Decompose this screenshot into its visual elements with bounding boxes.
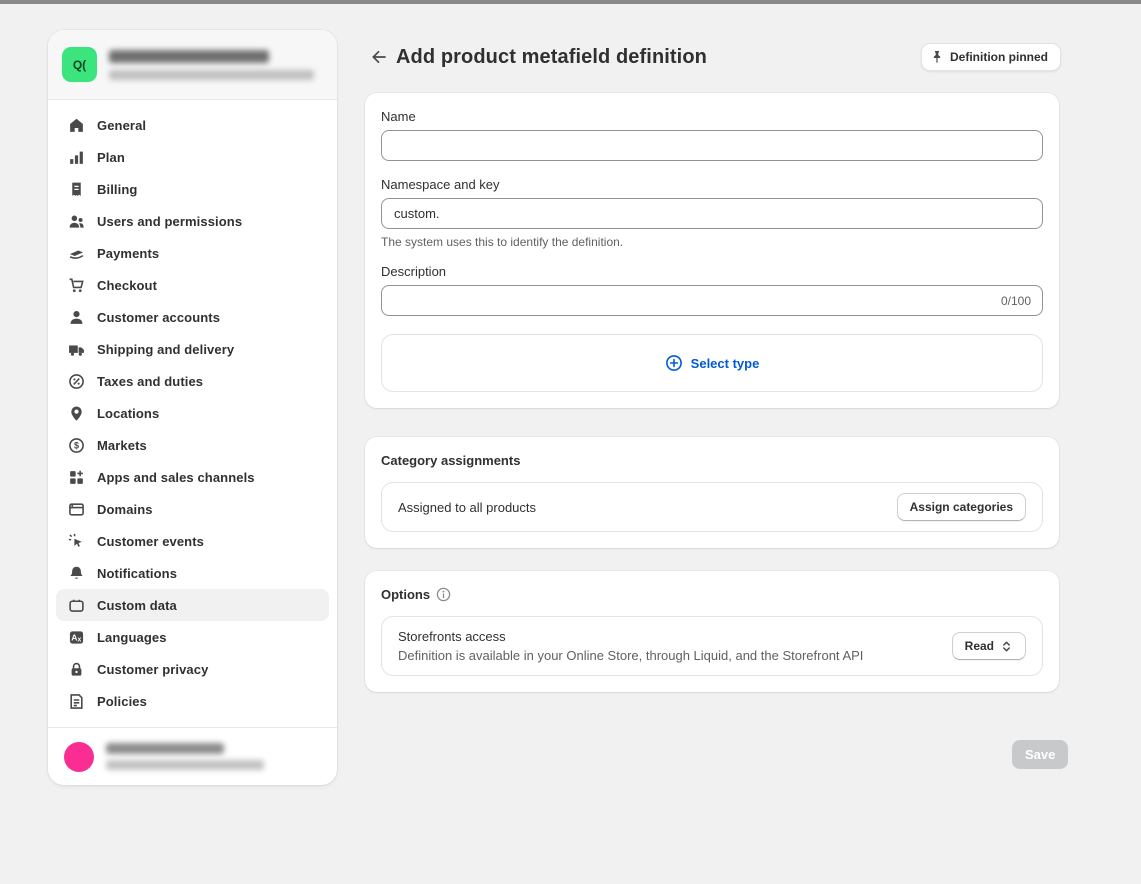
- assignment-status-text: Assigned to all products: [398, 500, 897, 515]
- window-top-edge: [0, 0, 1141, 4]
- name-field-group: Name: [381, 109, 1043, 161]
- redacted-store-url: [109, 70, 314, 80]
- options-title: Options: [381, 587, 430, 602]
- definition-pinned-label: Definition pinned: [950, 50, 1048, 64]
- pushpin-icon: [930, 50, 944, 64]
- store-avatar: Q(: [62, 47, 97, 82]
- description-input[interactable]: [381, 285, 1043, 316]
- namespace-key-input[interactable]: [381, 198, 1043, 229]
- store-icon: [68, 117, 85, 134]
- category-assignment-row: Assigned to all products Assign categori…: [381, 482, 1043, 532]
- sidebar-item-shipping-delivery[interactable]: Shipping and delivery: [56, 333, 329, 365]
- description-label: Description: [381, 264, 1043, 279]
- storefronts-access-value: Read: [965, 639, 994, 653]
- receipt-icon: [68, 181, 85, 198]
- options-card: Options Storefronts access Definition is…: [365, 571, 1059, 692]
- storefronts-access-title: Storefronts access: [398, 629, 952, 644]
- sidebar-item-billing[interactable]: Billing: [56, 173, 329, 205]
- sidebar-item-checkout[interactable]: Checkout: [56, 269, 329, 301]
- sidebar-item-users-permissions[interactable]: Users and permissions: [56, 205, 329, 237]
- definition-pinned-button[interactable]: Definition pinned: [921, 43, 1061, 71]
- category-assignments-card: Category assignments Assigned to all pro…: [365, 437, 1059, 548]
- location-pin-icon: [68, 405, 85, 422]
- user-account-row[interactable]: [48, 727, 337, 785]
- truck-icon: [68, 341, 85, 358]
- payments-icon: [68, 245, 85, 262]
- user-avatar: [64, 742, 94, 772]
- definition-form-card: Name Namespace and key The system uses t…: [365, 93, 1059, 408]
- apps-icon: [68, 469, 85, 486]
- storefronts-access-row: Storefronts access Definition is availab…: [381, 616, 1043, 676]
- bell-icon: [68, 565, 85, 582]
- page-title: Add product metafield definition: [396, 46, 707, 69]
- updown-chevrons-icon: [1000, 640, 1013, 653]
- translate-icon: Ax: [68, 629, 85, 646]
- sidebar-item-customer-events[interactable]: Customer events: [56, 525, 329, 557]
- user-identity: [106, 743, 264, 770]
- sidebar-item-notifications[interactable]: Notifications: [56, 557, 329, 589]
- info-icon[interactable]: [436, 587, 451, 602]
- name-label: Name: [381, 109, 1043, 124]
- plan-icon: [68, 149, 85, 166]
- redacted-store-name: [109, 50, 269, 63]
- svg-text:A: A: [71, 632, 77, 642]
- database-icon: [68, 597, 85, 614]
- sidebar-item-languages[interactable]: Ax Languages: [56, 621, 329, 653]
- sidebar-item-payments[interactable]: Payments: [56, 237, 329, 269]
- save-button[interactable]: Save: [1012, 740, 1068, 769]
- percent-icon: [68, 373, 85, 390]
- storefronts-access-select[interactable]: Read: [952, 632, 1026, 660]
- sidebar-item-policies[interactable]: Policies: [56, 685, 329, 717]
- sidebar-item-customer-privacy[interactable]: Customer privacy: [56, 653, 329, 685]
- svg-text:$: $: [74, 440, 79, 450]
- sidebar-item-customer-accounts[interactable]: Customer accounts: [56, 301, 329, 333]
- assign-categories-button[interactable]: Assign categories: [897, 493, 1026, 521]
- cursor-click-icon: [68, 533, 85, 550]
- svg-text:x: x: [78, 636, 82, 643]
- sidebar-item-taxes-duties[interactable]: Taxes and duties: [56, 365, 329, 397]
- document-icon: [68, 693, 85, 710]
- storefronts-access-description: Definition is available in your Online S…: [398, 648, 952, 663]
- sidebar-item-apps-sales-channels[interactable]: Apps and sales channels: [56, 461, 329, 493]
- cart-icon: [68, 277, 85, 294]
- namespace-label: Namespace and key: [381, 177, 1043, 192]
- lock-icon: [68, 661, 85, 678]
- category-assignments-title: Category assignments: [381, 453, 520, 468]
- globe-dollar-icon: $: [68, 437, 85, 454]
- store-identity: [109, 50, 314, 80]
- select-type-button[interactable]: Select type: [381, 334, 1043, 392]
- description-field-group: Description 0/100: [381, 264, 1043, 316]
- settings-sidebar: Q( General Plan Billing Users and permis…: [48, 30, 337, 785]
- plus-circle-icon: [665, 354, 683, 372]
- redacted-user-email: [106, 760, 264, 770]
- sidebar-item-locations[interactable]: Locations: [56, 397, 329, 429]
- person-icon: [68, 309, 85, 326]
- users-icon: [68, 213, 85, 230]
- redacted-user-name: [106, 743, 224, 754]
- page-header: Add product metafield definition Definit…: [365, 41, 1061, 73]
- namespace-field-group: Namespace and key The system uses this t…: [381, 177, 1043, 249]
- sidebar-item-custom-data[interactable]: Custom data: [56, 589, 329, 621]
- sidebar-item-plan[interactable]: Plan: [56, 141, 329, 173]
- sidebar-item-domains[interactable]: Domains: [56, 493, 329, 525]
- name-input[interactable]: [381, 130, 1043, 161]
- namespace-help-text: The system uses this to identify the def…: [381, 235, 1043, 249]
- back-arrow-icon: [369, 47, 389, 67]
- sidebar-item-markets[interactable]: $ Markets: [56, 429, 329, 461]
- back-button[interactable]: [365, 43, 393, 71]
- storefronts-access-text: Storefronts access Definition is availab…: [398, 629, 952, 663]
- select-type-label: Select type: [691, 356, 760, 371]
- sidebar-item-general[interactable]: General: [56, 109, 329, 141]
- store-header[interactable]: Q(: [48, 30, 337, 100]
- browser-icon: [68, 501, 85, 518]
- settings-nav: General Plan Billing Users and permissio…: [48, 100, 337, 727]
